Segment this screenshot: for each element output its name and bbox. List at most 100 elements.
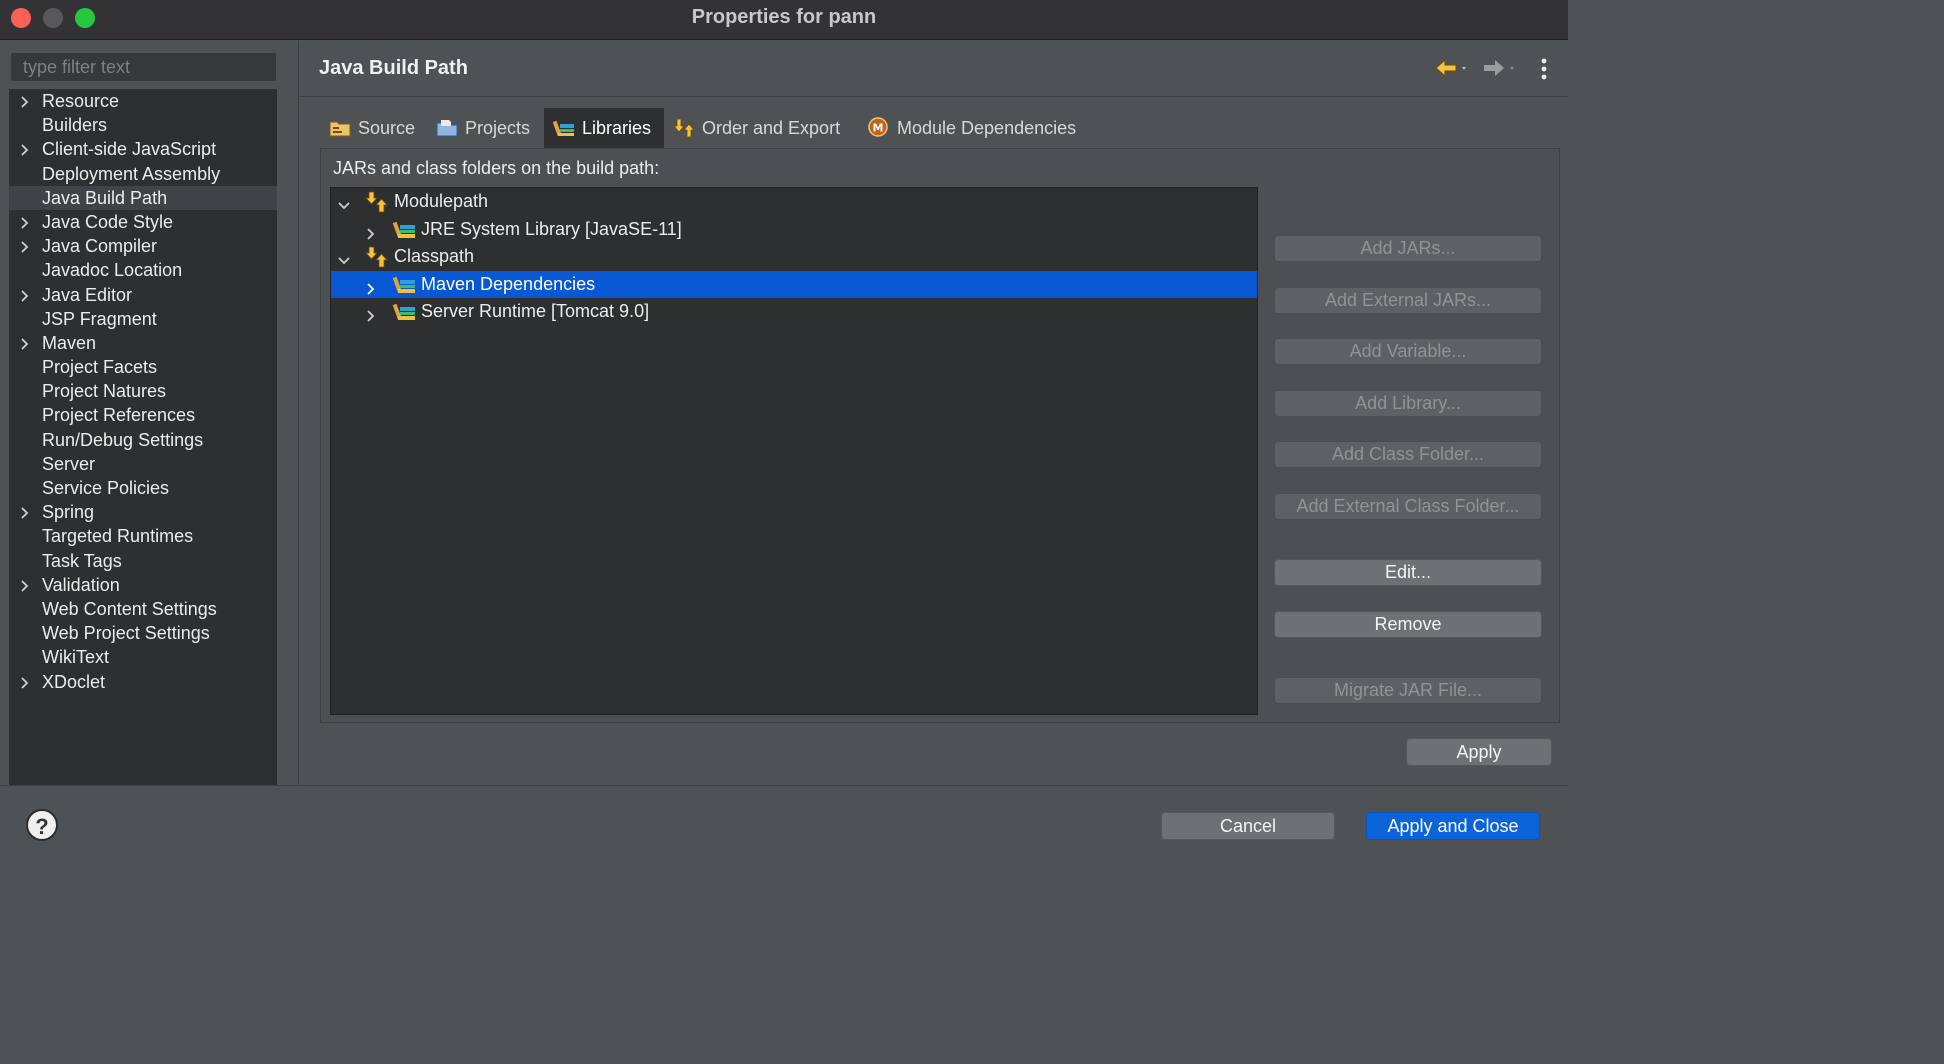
build-path-row-label: JRE System Library [JavaSE-11] xyxy=(421,218,682,239)
chevron-right-icon[interactable] xyxy=(18,573,32,597)
chevron-right-icon[interactable] xyxy=(18,137,32,161)
sidebar-item-jsp-fragment[interactable]: JSP Fragment xyxy=(9,307,277,331)
chevron-right-icon[interactable] xyxy=(18,89,32,113)
sidebar-item-label: Run/Debug Settings xyxy=(42,429,204,450)
tab-projects[interactable]: Projects xyxy=(427,108,544,148)
sidebar-item-java-code-style[interactable]: Java Code Style xyxy=(9,210,277,234)
libraries-icon xyxy=(552,120,574,137)
property-page: Java Build Path Source Projects Librarie… xyxy=(300,41,1568,785)
chevron-right-icon[interactable] xyxy=(18,210,32,234)
chevron-right-icon[interactable] xyxy=(364,277,378,295)
sidebar-item-label: Task Tags xyxy=(42,550,122,571)
sidebar-item-label: Web Project Settings xyxy=(42,623,210,644)
apply-button[interactable]: Apply xyxy=(1406,738,1552,766)
sidebar-item-targeted-runtimes[interactable]: Targeted Runtimes xyxy=(9,524,277,548)
chevron-right-icon[interactable] xyxy=(18,283,32,307)
sidebar-item-validation[interactable]: Validation xyxy=(9,573,277,597)
sidebar-item-label: Project References xyxy=(42,405,196,426)
sidebar-item-client-side-javascript[interactable]: Client-side JavaScript xyxy=(9,137,277,161)
sidebar-item-label: Resource xyxy=(42,91,120,111)
sidebar-item-label: Server xyxy=(42,453,96,474)
build-path-row[interactable]: Classpath xyxy=(331,243,1257,270)
chevron-right-icon[interactable] xyxy=(18,234,32,258)
sidebar-item-builders[interactable]: Builders xyxy=(9,113,277,137)
build-path-row-label: Modulepath xyxy=(394,191,489,211)
tab-order-export[interactable]: Order and Export xyxy=(664,108,859,148)
dialog-button-bar: ? Cancel Apply and Close xyxy=(0,785,1568,858)
add-external-class-folder-button[interactable]: Add External Class Folder... xyxy=(1274,493,1542,520)
view-menu-button[interactable] xyxy=(1538,55,1550,83)
sidebar-item-label: Javadoc Location xyxy=(42,260,183,281)
sidebar-item-maven[interactable]: Maven xyxy=(9,331,277,355)
help-icon[interactable]: ? xyxy=(26,809,58,841)
sidebar-item-deployment-assembly[interactable]: Deployment Assembly xyxy=(9,162,277,186)
build-path-row[interactable]: Server Runtime [Tomcat 9.0] xyxy=(331,298,1257,325)
chevron-right-icon[interactable] xyxy=(18,331,32,355)
kebab-menu-icon xyxy=(1541,58,1547,80)
sidebar-item-task-tags[interactable]: Task Tags xyxy=(9,549,277,573)
libraries-tab-content: JARs and class folders on the build path… xyxy=(320,148,1560,723)
tab-source[interactable]: Source xyxy=(320,108,428,148)
sidebar-item-label: Java Compiler xyxy=(42,236,158,257)
back-arrow-icon xyxy=(1435,58,1466,78)
sidebar-item-project-facets[interactable]: Project Facets xyxy=(9,355,277,379)
preference-sidebar: Resource Builders Client-side JavaScript De… xyxy=(0,41,299,785)
sidebar-item-project-natures[interactable]: Project Natures xyxy=(9,379,277,403)
apply-and-close-button[interactable]: Apply and Close xyxy=(1366,812,1540,840)
tab-module-dependencies[interactable]: M Module Dependencies xyxy=(859,108,1099,148)
tab-bar: Source Projects Libraries Order and Expo… xyxy=(320,108,1560,148)
sidebar-item-server[interactable]: Server xyxy=(9,452,277,476)
sidebar-item-label: Service Policies xyxy=(42,478,170,498)
add-library-button[interactable]: Add Library... xyxy=(1274,390,1542,417)
sidebar-item-label: Java Build Path xyxy=(42,187,168,208)
tab-label: Source xyxy=(358,118,416,138)
sidebar-item-label: Project Natures xyxy=(42,381,167,402)
chevron-right-icon[interactable] xyxy=(18,670,32,694)
sidebar-item-label: Web Content Settings xyxy=(42,598,217,619)
chevron-right-icon[interactable] xyxy=(364,222,378,240)
cancel-button[interactable]: Cancel xyxy=(1161,812,1335,840)
tab-libraries[interactable]: Libraries xyxy=(544,108,664,148)
path-arrows-icon xyxy=(365,191,391,213)
sidebar-item-run-debug-settings[interactable]: Run/Debug Settings xyxy=(9,428,277,452)
chevron-down-icon[interactable] xyxy=(337,249,351,265)
build-path-row-label: Server Runtime [Tomcat 9.0] xyxy=(421,301,650,321)
sidebar-item-label: Project Facets xyxy=(42,357,158,378)
edit-button[interactable]: Edit... xyxy=(1274,559,1542,586)
forward-button[interactable] xyxy=(1482,57,1518,81)
order-export-icon xyxy=(673,118,695,138)
add-variable-button[interactable]: Add Variable... xyxy=(1274,338,1542,365)
add-jars-button[interactable]: Add JARs... xyxy=(1274,235,1542,262)
library-icon xyxy=(392,301,418,323)
sidebar-item-xdoclet[interactable]: XDoclet xyxy=(9,670,277,694)
remove-button[interactable]: Remove xyxy=(1274,611,1542,638)
sidebar-item-web-project-settings[interactable]: Web Project Settings xyxy=(9,621,277,645)
preference-tree: Resource Builders Client-side JavaScript De… xyxy=(9,89,277,785)
filter-input[interactable] xyxy=(11,53,276,81)
sidebar-item-service-policies[interactable]: Service Policies xyxy=(9,476,277,500)
chevron-down-icon[interactable] xyxy=(337,194,351,210)
path-arrows-icon xyxy=(365,246,391,268)
add-class-folder-button[interactable]: Add Class Folder... xyxy=(1274,441,1542,468)
sidebar-item-resource[interactable]: Resource xyxy=(9,89,277,113)
sidebar-item-spring[interactable]: Spring xyxy=(9,500,277,524)
sidebar-item-java-editor[interactable]: Java Editor xyxy=(9,283,277,307)
sidebar-item-java-compiler[interactable]: Java Compiler xyxy=(9,234,277,258)
build-path-row[interactable]: Modulepath xyxy=(331,188,1257,215)
sidebar-item-java-build-path[interactable]: Java Build Path xyxy=(9,185,277,210)
back-button[interactable] xyxy=(1434,57,1470,81)
tab-label: Order and Export xyxy=(702,118,841,138)
build-path-row[interactable]: Maven Dependencies xyxy=(331,270,1257,298)
sidebar-item-label: JSP Fragment xyxy=(42,308,157,329)
build-path-row[interactable]: JRE System Library [JavaSE-11] xyxy=(331,216,1257,243)
sidebar-item-label: Client-side JavaScript xyxy=(42,139,217,160)
sidebar-item-project-references[interactable]: Project References xyxy=(9,403,277,427)
sidebar-item-wikitext[interactable]: WikiText xyxy=(9,645,277,669)
add-external-jars-button[interactable]: Add External JARs... xyxy=(1274,287,1542,314)
sidebar-item-javadoc-location[interactable]: Javadoc Location xyxy=(9,258,277,282)
sidebar-item-label: WikiText xyxy=(42,647,109,668)
chevron-right-icon[interactable] xyxy=(364,304,378,322)
chevron-right-icon[interactable] xyxy=(18,500,32,524)
sidebar-item-web-content-settings[interactable]: Web Content Settings xyxy=(9,597,277,621)
migrate-jar-button[interactable]: Migrate JAR File... xyxy=(1274,677,1542,704)
